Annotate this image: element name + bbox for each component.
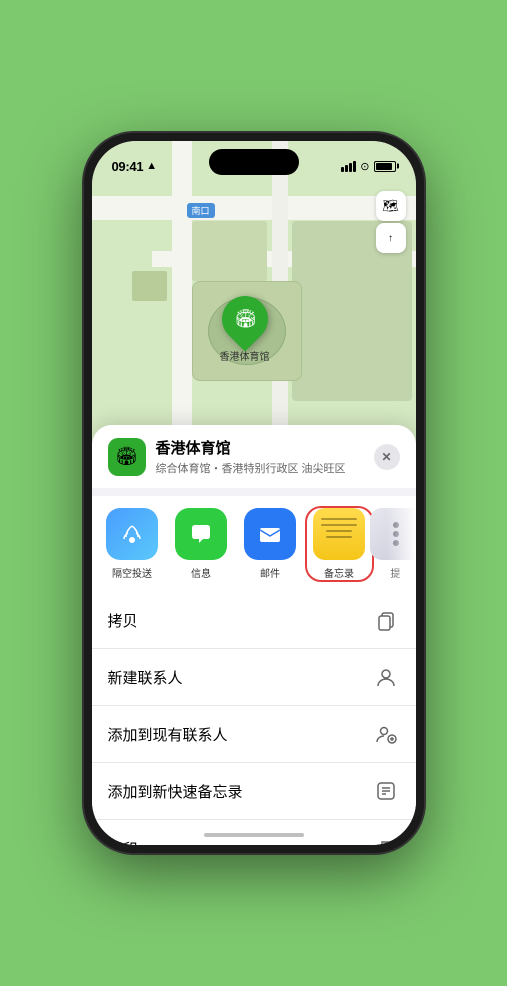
venue-icon: 🏟 [108, 438, 146, 476]
share-messages[interactable]: 信息 [169, 508, 234, 580]
pin-icon: 🏟 [233, 309, 256, 330]
south-entrance-label: 南口 [187, 203, 215, 218]
status-time: 09:41 [112, 159, 144, 174]
airdrop-label: 隔空投送 [112, 565, 152, 580]
notes-line-3 [326, 530, 352, 532]
location-pin: 🏟 香港体育馆 [220, 296, 270, 363]
wifi-icon: ⊙ [360, 160, 369, 173]
action-list: 拷贝 新建联系人 [92, 592, 416, 845]
map-type-button[interactable]: 🗺 [376, 191, 406, 221]
copy-icon [372, 606, 400, 634]
print-icon [372, 834, 400, 845]
notes-label: 备忘录 [324, 565, 354, 580]
notes-line-4 [326, 536, 352, 538]
new-contact-icon [372, 663, 400, 691]
print-label: 打印 [108, 838, 138, 846]
add-quick-note-icon [372, 777, 400, 805]
bottom-sheet: 🏟 香港体育馆 综合体育馆・香港特别行政区 油尖旺区 ✕ [92, 425, 416, 845]
mail-icon [244, 508, 296, 560]
location-arrow-icon: ▲ [146, 160, 157, 172]
mail-label: 邮件 [260, 565, 280, 580]
battery-icon [374, 161, 396, 172]
venue-name: 香港体育馆 [156, 437, 364, 458]
venue-info: 香港体育馆 综合体育馆・香港特别行政区 油尖旺区 [156, 437, 364, 476]
messages-label: 信息 [191, 565, 211, 580]
airdrop-icon [106, 508, 158, 560]
messages-icon [175, 508, 227, 560]
pin-circle: 🏟 [212, 286, 277, 351]
copy-label: 拷贝 [108, 610, 138, 631]
home-indicator [204, 833, 304, 837]
action-copy[interactable]: 拷贝 [92, 592, 416, 649]
phone-screen: 09:41 ▲ ⊙ [92, 141, 416, 845]
compass-button[interactable]: ↑ [376, 223, 406, 253]
action-add-existing-contact[interactable]: 添加到现有联系人 [92, 706, 416, 763]
action-new-contact[interactable]: 新建联系人 [92, 649, 416, 706]
share-airdrop[interactable]: 隔空投送 [100, 508, 165, 580]
venue-header: 🏟 香港体育馆 综合体育馆・香港特别行政区 油尖旺区 ✕ [92, 425, 416, 488]
notes-line-2 [321, 524, 357, 526]
new-contact-label: 新建联系人 [108, 667, 183, 688]
signal-bars [341, 161, 356, 172]
notes-line-1 [321, 518, 357, 520]
phone-frame: 09:41 ▲ ⊙ [84, 133, 424, 853]
add-existing-icon [372, 720, 400, 748]
share-row-fade [386, 496, 416, 592]
share-notes[interactable]: 备忘录 [307, 508, 372, 580]
dynamic-island [209, 149, 299, 175]
notes-icon [313, 508, 365, 560]
share-mail[interactable]: 邮件 [238, 508, 303, 580]
close-button[interactable]: ✕ [374, 444, 400, 470]
map-controls: 🗺 ↑ [376, 191, 406, 253]
venue-description: 综合体育馆・香港特别行政区 油尖旺区 [156, 460, 364, 476]
action-add-quick-note[interactable]: 添加到新快速备忘录 [92, 763, 416, 820]
add-quick-note-label: 添加到新快速备忘录 [108, 781, 243, 802]
share-row: 隔空投送 信息 [92, 496, 416, 592]
status-icons: ⊙ [341, 160, 395, 173]
add-existing-label: 添加到现有联系人 [108, 724, 228, 745]
